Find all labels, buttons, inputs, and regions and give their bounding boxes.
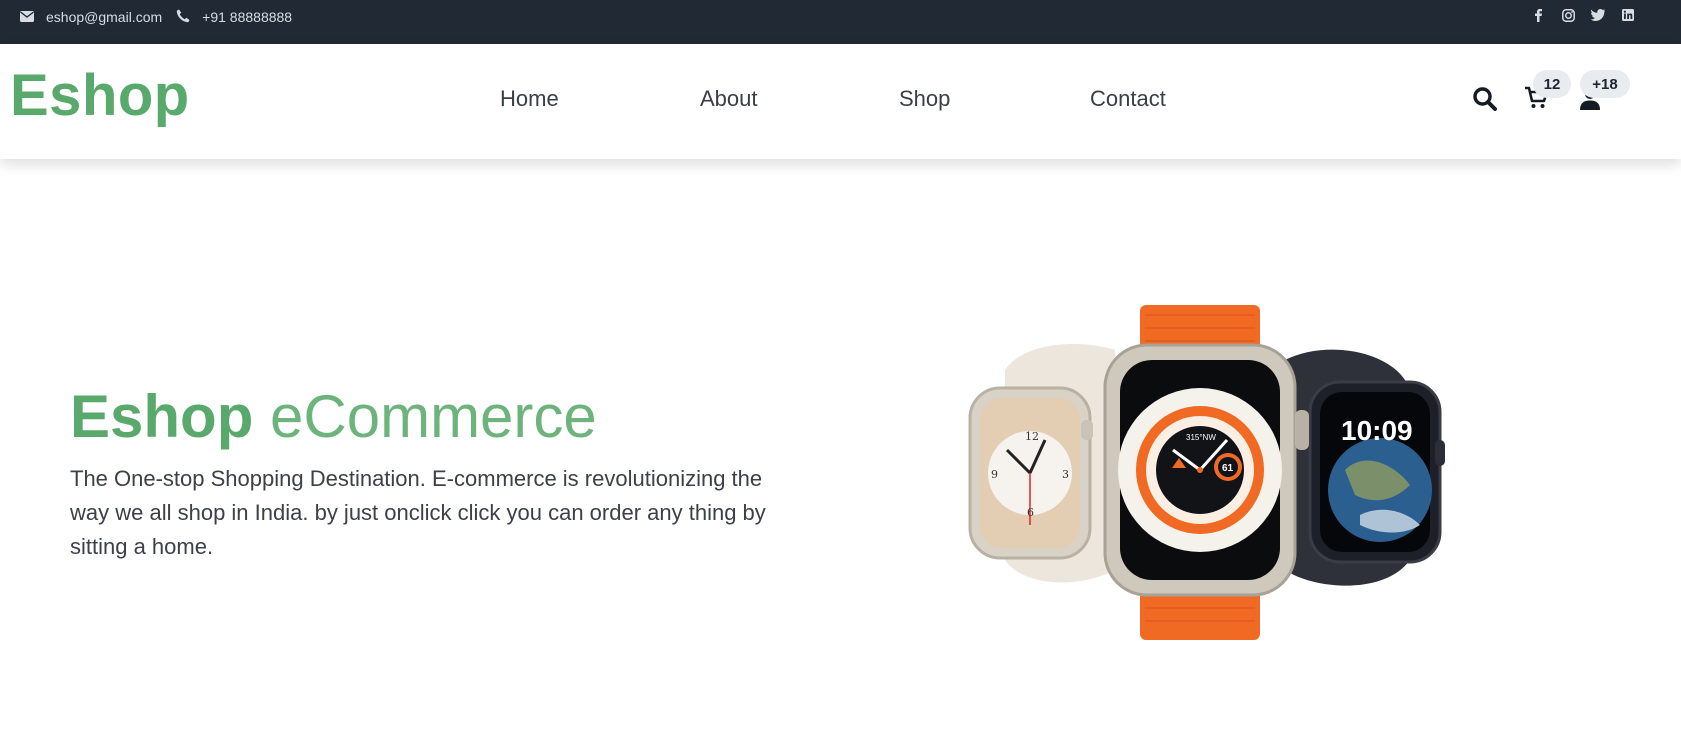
nav-contact[interactable]: Contact: [1090, 86, 1166, 112]
cart-count-badge: 12: [1533, 70, 1571, 98]
phone-icon: [176, 9, 190, 26]
twitter-icon[interactable]: [1591, 8, 1605, 22]
logo[interactable]: Eshop: [10, 62, 190, 129]
hero-title: Eshop eCommerce: [70, 382, 597, 451]
hero-title-brand: Eshop: [70, 383, 254, 450]
svg-text:315°NW: 315°NW: [1186, 433, 1216, 442]
facebook-icon[interactable]: [1531, 8, 1545, 22]
hero-title-ecommerce: eCommerce: [270, 383, 597, 450]
linkedin-icon[interactable]: [1621, 8, 1635, 22]
svg-text:6: 6: [1027, 506, 1034, 519]
social-links: [1531, 8, 1635, 22]
hero-watches-image: 12 3 6 9 10:09 61 315°NW: [965, 300, 1455, 650]
envelope-icon: [20, 9, 34, 25]
nav-shop[interactable]: Shop: [899, 86, 950, 112]
svg-text:61: 61: [1222, 463, 1234, 474]
svg-text:3: 3: [1062, 468, 1069, 481]
navbar: Eshop Home About Shop Contact 12 +18: [0, 44, 1681, 159]
phone-text[interactable]: +91 88888888: [202, 9, 292, 25]
svg-text:12: 12: [1025, 430, 1039, 443]
phone-item[interactable]: +91 88888888: [176, 9, 292, 26]
nav-about[interactable]: About: [700, 86, 758, 112]
instagram-icon[interactable]: [1561, 8, 1575, 22]
email-item[interactable]: eshop@gmail.com: [20, 9, 162, 25]
top-bar: eshop@gmail.com +91 88888888: [0, 0, 1681, 44]
hero-description: The One-stop Shopping Destination. E-com…: [70, 466, 766, 559]
search-icon[interactable]: [1472, 86, 1498, 112]
email-text[interactable]: eshop@gmail.com: [46, 9, 162, 25]
user-count-badge: +18: [1580, 70, 1630, 98]
nav-home[interactable]: Home: [500, 86, 559, 112]
contact-info: eshop@gmail.com +91 88888888: [20, 0, 296, 34]
watch-time-text: 10:09: [1341, 415, 1413, 446]
svg-text:9: 9: [991, 468, 998, 481]
